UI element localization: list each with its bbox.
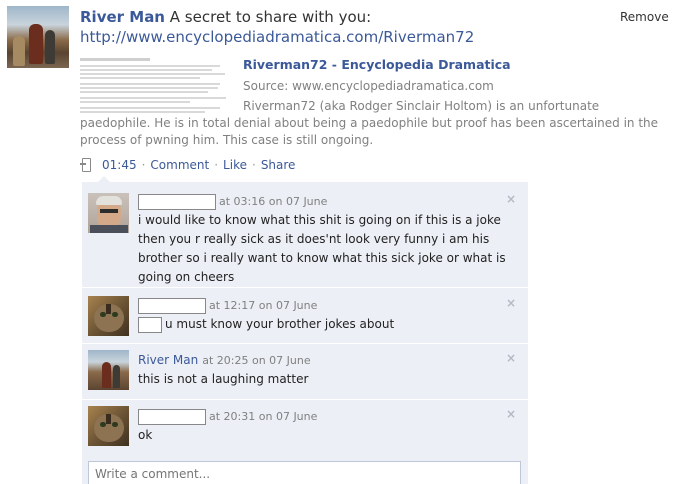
poster-name-link[interactable]: River Man [80,8,165,26]
post-action-bar: 01:45 · Comment · Like · Share [80,158,295,172]
comment-timestamp[interactable]: at 03:16 on 07 June [219,192,327,211]
comment-timestamp[interactable]: at 20:25 on 07 June [202,351,310,370]
redacted-author-name [138,297,206,314]
attachment-description-rest: paedophile. He is in total denial about … [80,116,659,147]
comment-meta: at 20:31 on 07 June [138,407,516,426]
comment-item: at 12:17 on 07 June u must know your bro… [82,289,528,344]
comment-text-row: u must know your brother jokes about [138,315,516,334]
comment-item: at 03:16 on 07 June i would like to know… [82,182,528,288]
post-message: A secret to share with you: [169,8,372,26]
close-icon[interactable]: × [506,407,516,421]
post-header: River Man A secret to share with you: [80,7,371,27]
comment-text: i would like to know what this shit is g… [138,213,506,284]
close-icon[interactable]: × [506,351,516,365]
attachment-description: Riverman72 (aka Rodger Sinclair Holtom) … [80,98,670,149]
comment-timestamp[interactable]: at 20:31 on 07 June [209,407,317,426]
comment-meta: at 03:16 on 07 June [138,192,516,211]
comment-button[interactable]: Comment [150,158,209,172]
comment-text: ok [138,428,153,442]
redacted-author-name [138,193,216,210]
attachment-source: Source: www.encyclopediadramatica.com [243,79,494,93]
avatar-figure [13,36,25,66]
share-button[interactable]: Share [261,158,296,172]
redacted-mention [138,316,162,333]
close-icon[interactable]: × [506,296,516,310]
comment-item: at 20:31 on 07 June ok × [82,401,528,456]
comment-timestamp[interactable]: at 12:17 on 07 June [209,296,317,315]
comment-item: River Man at 20:25 on 07 June this is no… [82,345,528,400]
comment-meta: at 12:17 on 07 June [138,296,516,315]
avatar-figure [45,30,55,64]
river-man-avatar[interactable] [88,350,129,390]
attachment-description-first: Riverman72 (aka Rodger Sinclair Holtom) … [243,99,600,113]
comments-list: at 03:16 on 07 June i would like to know… [82,182,528,484]
poster-avatar[interactable] [7,6,69,68]
like-button[interactable]: Like [223,158,247,172]
post-timestamp-link[interactable]: 01:45 [102,158,137,172]
comment-meta: River Man at 20:25 on 07 June [138,351,516,370]
cat-avatar[interactable] [88,406,129,446]
old-man-avatar[interactable] [88,193,129,233]
attachment-title-link[interactable]: Riverman72 - Encyclopedia Dramatica [243,57,511,72]
mobile-upload-icon [80,158,94,172]
separator-dot: · [214,158,219,172]
separator-dot: · [141,158,146,172]
write-comment-input[interactable] [88,461,521,484]
comment-author-link[interactable]: River Man [138,351,198,370]
separator-dot: · [251,158,256,172]
comment-text: this is not a laughing matter [138,372,309,386]
remove-button[interactable]: Remove [620,10,669,24]
close-icon[interactable]: × [506,192,516,206]
comment-text: u must know your brother jokes about [165,317,395,331]
avatar-figure [29,24,43,64]
redacted-author-name [138,408,206,425]
cat-avatar[interactable] [88,296,129,336]
shared-url-link[interactable]: http://www.encyclopediadramatica.com/Riv… [80,27,474,47]
